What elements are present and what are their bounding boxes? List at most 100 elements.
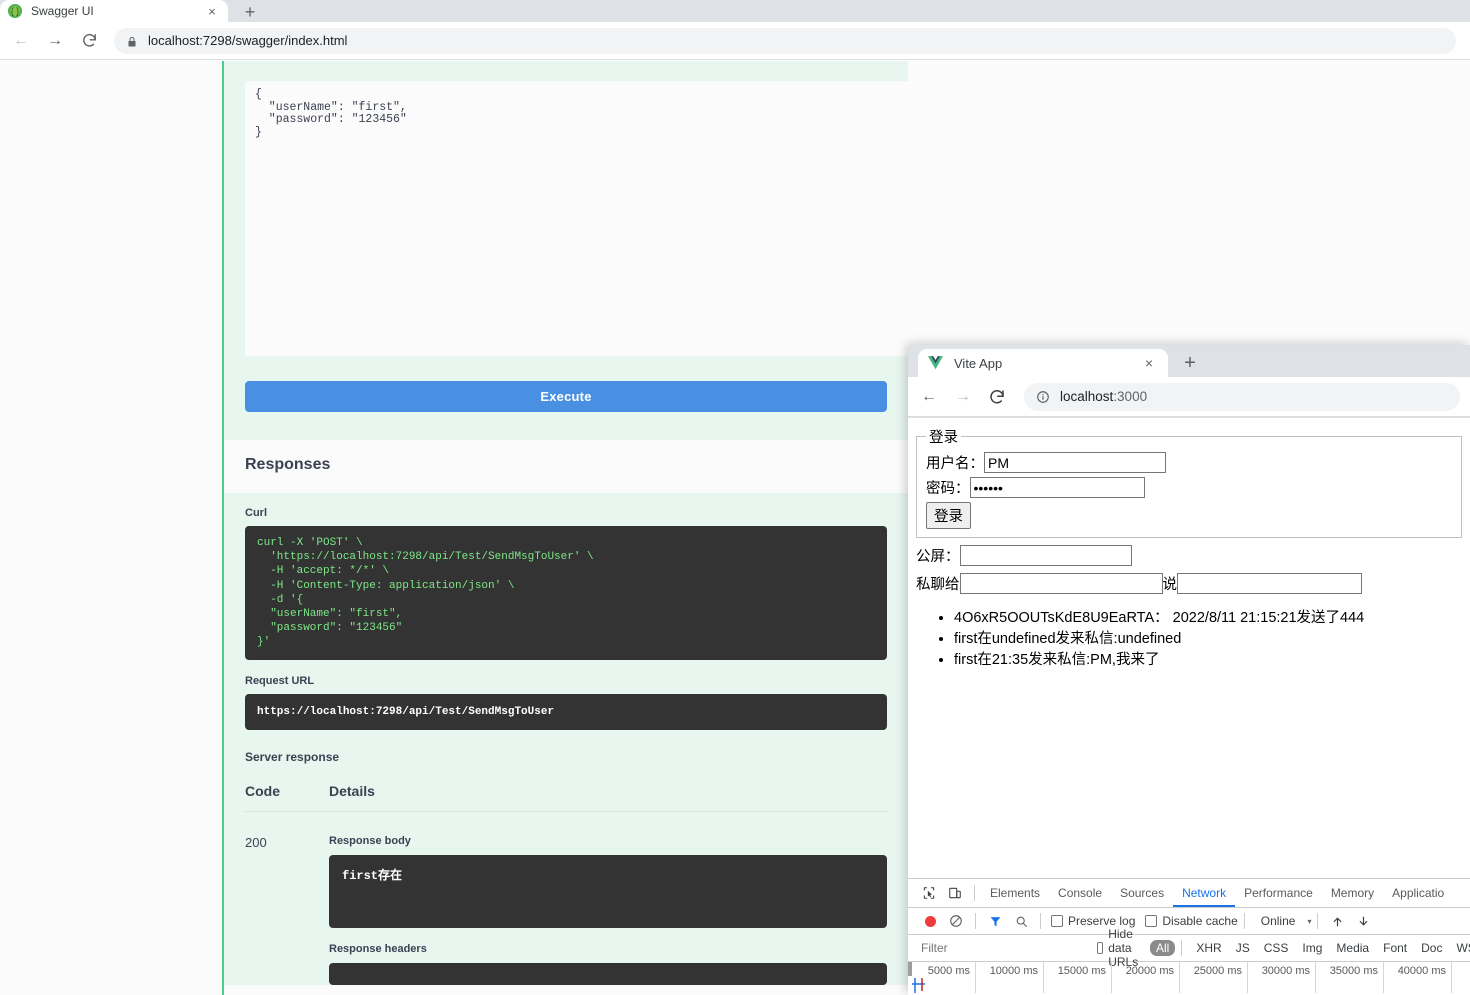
swagger-operation-panel: { "userName": "first", "password": "1234… [222, 61, 925, 995]
swagger-icon: { } [8, 4, 22, 18]
url-port: :3000 [1113, 389, 1148, 404]
back-browser-omnibar: ← → localhost:7298/swagger/index.html [0, 22, 1470, 60]
tab-network[interactable]: Network [1173, 879, 1235, 907]
preserve-log-checkbox[interactable]: Preserve log [1051, 914, 1135, 928]
tab-application[interactable]: Applicatio [1383, 879, 1453, 907]
browser-tab-vite-app[interactable]: Vite App × [918, 349, 1168, 377]
list-item: first在21:35发来私信:PM,我来了 [954, 650, 1462, 671]
divider [974, 885, 975, 901]
throttle-select-value[interactable]: Online [1261, 914, 1296, 928]
disable-cache-checkbox[interactable]: Disable cache [1145, 914, 1238, 928]
divider [1181, 940, 1183, 956]
login-legend: 登录 [929, 430, 958, 446]
tab-elements[interactable]: Elements [981, 879, 1049, 907]
type-pill-js[interactable]: JS [1230, 940, 1256, 956]
timeline-tick: 20000 ms [1112, 962, 1180, 993]
info-icon [1036, 390, 1050, 404]
private-target-input[interactable] [959, 573, 1163, 594]
type-pill-xhr[interactable]: XHR [1190, 940, 1227, 956]
chevron-down-icon[interactable]: ▾ [1307, 917, 1311, 926]
execute-button[interactable]: Execute [245, 381, 887, 412]
vue-icon [928, 356, 943, 370]
export-har-icon[interactable] [1350, 908, 1376, 934]
password-row: 密码： [926, 477, 1452, 498]
type-pill-img[interactable]: Img [1296, 940, 1328, 956]
preserve-log-label: Preserve log [1068, 914, 1136, 928]
responses-header: Responses [224, 440, 908, 493]
back-browser-tabstrip: { } Swagger UI × + [0, 0, 1470, 22]
new-tab-button[interactable]: + [236, 1, 264, 22]
type-pill-media[interactable]: Media [1330, 940, 1375, 956]
status-code: 200 [245, 834, 267, 850]
private-message-input[interactable] [1177, 573, 1362, 594]
username-input[interactable] [984, 452, 1166, 473]
device-toolbar-icon[interactable] [942, 880, 968, 906]
tab-memory[interactable]: Memory [1322, 879, 1383, 907]
lock-icon [126, 35, 138, 47]
timeline-tick: 25000 ms [1180, 962, 1248, 993]
import-har-icon[interactable] [1324, 908, 1350, 934]
close-icon[interactable]: × [1140, 354, 1158, 372]
forward-icon[interactable]: → [40, 26, 70, 56]
clear-icon[interactable] [943, 908, 969, 934]
url-host: localhost [1060, 389, 1114, 404]
devtools-tabbar: Elements Console Sources Network Perform… [908, 879, 1470, 908]
back-icon[interactable]: ← [6, 26, 36, 56]
tab-title: Vite App [954, 355, 1003, 371]
type-pill-ws[interactable]: WS [1450, 940, 1470, 956]
type-pill-font[interactable]: Font [1377, 940, 1413, 956]
password-input[interactable] [969, 477, 1145, 498]
address-bar[interactable]: localhost:7298/swagger/index.html [114, 27, 1456, 54]
tab-console[interactable]: Console [1049, 879, 1111, 907]
filter-input[interactable] [916, 938, 1081, 958]
request-body-section: { "userName": "first", "password": "1234… [224, 61, 925, 358]
curl-code-block: curl -X 'POST' \ 'https://localhost:7298… [245, 526, 887, 660]
private-chat-label: 私聊给 [916, 577, 960, 593]
record-button-icon[interactable] [917, 908, 943, 934]
type-pill-all[interactable]: All [1150, 940, 1176, 956]
login-fieldset: 登录 用户名： 密码： 登录 [916, 426, 1462, 538]
timeline-tick: 5000 ms [908, 962, 976, 993]
type-pill-css[interactable]: CSS [1258, 940, 1295, 956]
new-tab-button[interactable]: + [1176, 351, 1204, 375]
close-icon[interactable]: × [204, 3, 220, 19]
reload-icon[interactable] [74, 26, 104, 56]
network-timeline-ruler[interactable]: 5000 ms 10000 ms 15000 ms 20000 ms 25000… [908, 962, 1470, 993]
say-label: 说 [1162, 577, 1178, 593]
public-chat-input[interactable] [959, 545, 1132, 566]
reload-icon[interactable] [982, 382, 1012, 412]
tab-sources[interactable]: Sources [1111, 879, 1173, 907]
filter-funnel-icon[interactable] [982, 908, 1008, 934]
back-icon[interactable]: ← [914, 382, 944, 412]
public-chat-label: 公屏： [916, 549, 960, 565]
private-chat-row: 私聊给 说 [916, 573, 1462, 594]
response-body-code-block: first存在 [329, 854, 887, 928]
list-item: 4O6xR5OOUTsKdE8U9EaRTA： 2022/8/11 21:15:… [954, 608, 1462, 629]
login-button[interactable]: 登录 [926, 502, 971, 529]
column-header-code: Code [245, 782, 280, 799]
message-list: 4O6xR5OOUTsKdE8U9EaRTA： 2022/8/11 21:15:… [916, 608, 1462, 671]
forward-icon[interactable]: → [948, 382, 978, 412]
inspect-element-icon[interactable] [916, 880, 942, 906]
request-url-code-block: https://localhost:7298/api/Test/SendMsgT… [245, 693, 887, 730]
checkbox-box [1097, 942, 1104, 954]
request-url-label: Request URL [245, 674, 315, 687]
timeline-tick: 35000 ms [1316, 962, 1384, 993]
type-pill-doc[interactable]: Doc [1415, 940, 1448, 956]
responses-title: Responses [245, 456, 331, 473]
devtools-network-toolbar: Preserve log Disable cache Online ▾ [908, 908, 1470, 935]
tab-performance[interactable]: Performance [1235, 879, 1322, 907]
response-details: Response body first存在 Response headers [329, 835, 887, 985]
divider [1040, 913, 1041, 929]
request-body-textarea[interactable]: { "userName": "first", "password": "1234… [245, 81, 925, 356]
execute-section: Execute [224, 358, 908, 440]
devtools-filter-bar: Hide data URLs All XHR JS CSS Img Media … [908, 927, 1470, 969]
search-icon[interactable] [1008, 908, 1034, 934]
curl-label: Curl [245, 507, 267, 519]
response-headers-code-block [329, 962, 887, 985]
response-headers-label: Response headers [329, 942, 427, 955]
address-bar[interactable]: localhost:3000 [1024, 382, 1460, 411]
front-browser-tabstrip: Vite App × + [908, 345, 1470, 377]
browser-tab-swagger[interactable]: { } Swagger UI × [0, 0, 228, 22]
disable-cache-label: Disable cache [1162, 914, 1238, 928]
